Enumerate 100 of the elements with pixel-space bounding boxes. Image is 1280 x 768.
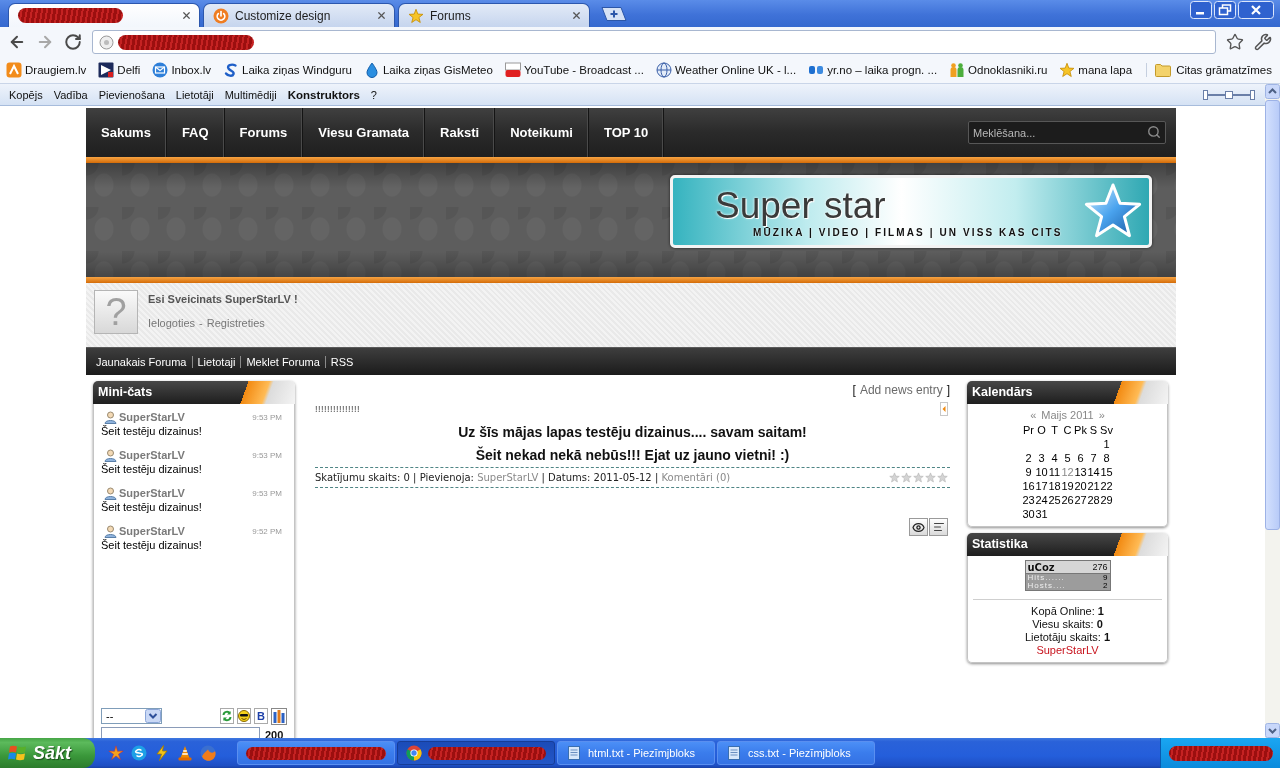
rating-star-icon[interactable] <box>937 472 948 483</box>
browser-icon <box>406 745 422 761</box>
back-icon[interactable] <box>8 33 26 51</box>
weekday-label: Pk <box>1074 423 1087 437</box>
next-month-link[interactable]: » <box>1098 409 1105 422</box>
video-logo-icon <box>504 62 521 78</box>
user-link[interactable]: SuperStarLV <box>1036 644 1099 657</box>
author-name: SuperStarLV <box>119 487 185 499</box>
bookmark-link[interactable]: Delfi <box>98 62 141 78</box>
search-field[interactable]: Meklēšana... <box>968 121 1166 144</box>
close-icon[interactable] <box>1238 1 1274 19</box>
admin-menu-item[interactable]: Vadība <box>53 88 88 101</box>
sub-nav-link[interactable]: Lietotaji <box>191 355 241 368</box>
refresh-icon[interactable] <box>220 708 234 724</box>
select-dropdown[interactable]: -- <box>101 708 162 724</box>
scrollbar-thumb[interactable] <box>1265 100 1280 530</box>
sub-nav-link[interactable]: Meklet Foruma <box>240 355 325 368</box>
admin-menu-item[interactable]: Multimēdiji <box>224 88 277 101</box>
bookmark-folder[interactable]: Citas grāmatzīmes <box>1146 63 1272 77</box>
bookmark-star-icon[interactable] <box>1226 33 1244 51</box>
scroll-up-icon[interactable] <box>1265 84 1280 99</box>
stat-line: Kopā Online: 1 <box>1031 605 1104 618</box>
minimize-icon[interactable] <box>1190 1 1212 19</box>
task-button[interactable] <box>237 741 395 765</box>
rating-star-icon[interactable] <box>913 472 924 483</box>
auth-link[interactable]: Registreties <box>206 317 265 329</box>
slider-handle-icon[interactable] <box>1203 88 1255 101</box>
calendar-day: 6 <box>1074 451 1087 465</box>
caret-icon <box>145 709 161 723</box>
meta-link[interactable]: Komentāri (0) <box>661 472 731 483</box>
sub-nav-link[interactable]: RSS <box>324 355 359 368</box>
details-button[interactable] <box>929 518 948 536</box>
admin-menu-item[interactable]: Kopējs <box>9 88 43 101</box>
counter-value: 9 <box>1103 574 1108 582</box>
scroll-down-icon[interactable] <box>1265 723 1280 738</box>
rating-star-icon[interactable] <box>901 472 912 483</box>
bolt-icon[interactable] <box>154 745 170 761</box>
bookmark-link[interactable]: Weather Online UK - l... <box>655 62 797 78</box>
bookmark-link[interactable]: yr.no – laika progn. ... <box>808 62 938 78</box>
panel-title: Mini-čats <box>93 381 295 404</box>
browser-tab[interactable] <box>8 3 200 27</box>
cone-icon[interactable] <box>177 745 193 761</box>
calendar-day: 25 <box>1048 493 1061 507</box>
reload-icon[interactable] <box>64 33 82 51</box>
scrollbar-track[interactable] <box>1265 84 1280 738</box>
logo-tagline: MŪZIKA | VIDEO | FILMAS | UN VISS KAS CITS <box>753 226 1064 238</box>
admin-menu-item[interactable]: Lietotāji <box>175 88 214 101</box>
bookmark-link[interactable]: Odnoklasniki.ru <box>949 62 1048 78</box>
calendar-day-link[interactable]: 12 <box>1061 465 1074 479</box>
message-text: Šeit testēju dizainus! <box>101 424 203 438</box>
search-icon[interactable] <box>1147 125 1161 139</box>
people-icon <box>949 62 966 78</box>
browser-tab[interactable]: Forums <box>398 3 590 27</box>
bracket-text: ] <box>946 383 950 397</box>
panel-title: Statistika <box>967 533 1168 556</box>
calendar-day: 16 <box>1022 479 1035 493</box>
close-icon[interactable] <box>376 10 387 21</box>
star-rating[interactable] <box>889 472 948 483</box>
user-icon <box>104 486 117 500</box>
rating-star-icon[interactable] <box>925 472 936 483</box>
folder-icon <box>1155 63 1172 77</box>
close-icon[interactable] <box>571 10 582 21</box>
meta-link[interactable]: SuperStarLV <box>477 472 539 483</box>
star-icon <box>408 7 424 24</box>
add-entry-link[interactable]: Add news entry <box>859 383 943 397</box>
view-button[interactable] <box>909 518 928 536</box>
auth-link[interactable]: Ielogoties <box>148 317 196 329</box>
round-logo-icon[interactable] <box>131 745 147 761</box>
bookmark-link[interactable]: Laika ziņas GisMeteo <box>363 62 493 78</box>
close-icon[interactable] <box>181 10 192 21</box>
bookmark-link[interactable]: Inbox.lv <box>152 62 211 78</box>
smiley-icon[interactable] <box>237 708 251 724</box>
task-button[interactable] <box>397 741 555 765</box>
new-tab-icon[interactable] <box>601 6 627 22</box>
task-button[interactable]: html.txt - Piezīmjbloks <box>557 741 715 765</box>
sub-nav-link[interactable]: Jaunakais Foruma <box>91 355 192 368</box>
restore-icon[interactable] <box>1214 1 1236 19</box>
admin-menu-item[interactable]: Konstruktors <box>287 88 360 101</box>
calendar-day: 24 <box>1035 493 1048 507</box>
bookmark-link[interactable]: YouTube - Broadcast ... <box>504 62 644 78</box>
bookmark-link[interactable]: Laika ziņas Windguru <box>223 62 352 78</box>
task-button[interactable]: css.txt - Piezīmjbloks <box>717 741 875 765</box>
bookmark-link[interactable]: mana lapa <box>1059 62 1133 78</box>
admin-menu-item[interactable]: ? <box>370 88 377 101</box>
browser-tab[interactable]: Customize design <box>203 3 395 27</box>
prev-month-link[interactable]: « <box>1030 409 1037 422</box>
wrench-icon[interactable] <box>1254 33 1272 51</box>
star-icon[interactable] <box>108 745 124 761</box>
calendar-day: 14 <box>1087 465 1100 479</box>
bold-button[interactable]: B <box>254 708 268 724</box>
admin-menu-item[interactable]: Pievienošana <box>98 88 165 101</box>
bars-icon[interactable] <box>271 707 287 725</box>
address-bar[interactable] <box>92 30 1216 54</box>
rating-star-icon[interactable] <box>889 472 900 483</box>
counter-total: 276 <box>1092 562 1108 572</box>
calendar-day: 29 <box>1100 493 1113 507</box>
calendar-day: 17 <box>1035 479 1048 493</box>
message-time: 9:52 PM <box>252 526 282 536</box>
calendar-day: 4 <box>1048 451 1061 465</box>
bookmark-link[interactable]: Draugiem.lv <box>6 62 87 78</box>
